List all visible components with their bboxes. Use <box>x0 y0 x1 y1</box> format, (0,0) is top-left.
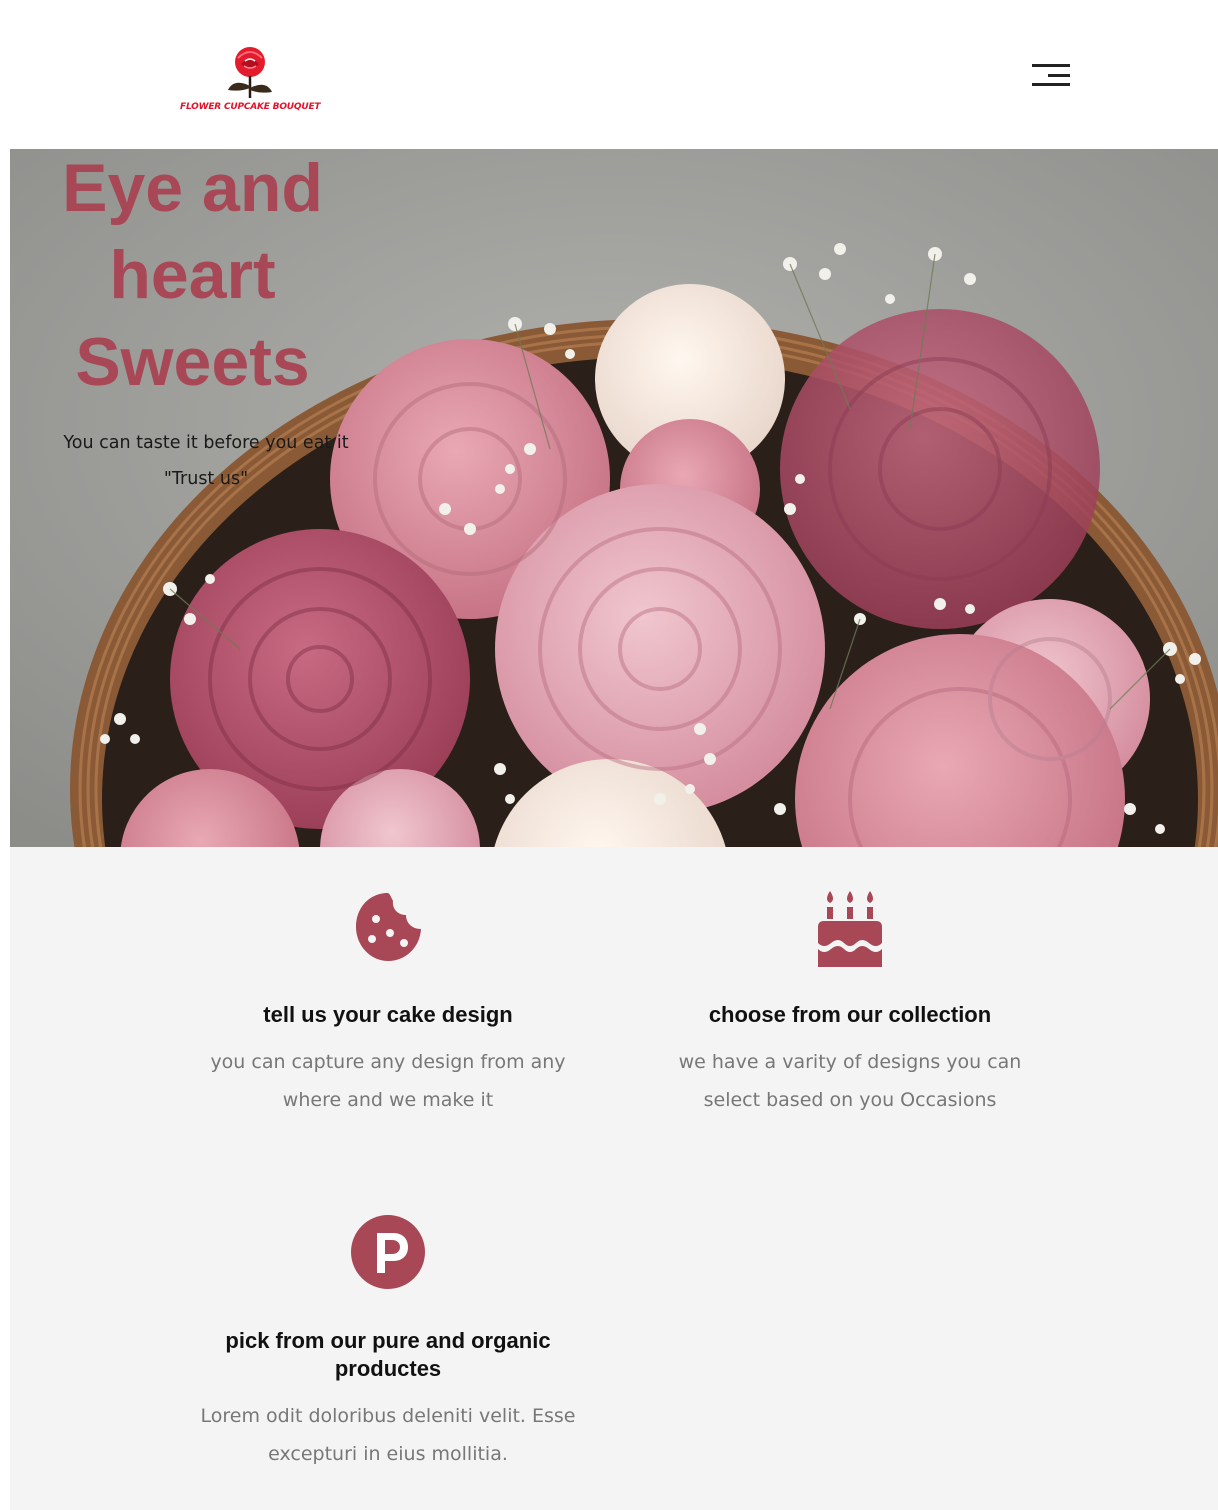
feature-title: tell us your cake design <box>263 1002 513 1027</box>
feature-title: choose from our collection <box>708 1002 992 1027</box>
logo[interactable]: FLOWER CUPCAKE BOUQUET <box>180 44 321 120</box>
parking-p-icon <box>351 1215 425 1289</box>
menu-button[interactable] <box>1026 58 1076 94</box>
hero-section: Eye and heart Sweets You can taste it be… <box>10 149 1218 847</box>
hero-title: Eye and heart Sweets <box>62 150 323 400</box>
hero-subtitle: You can taste it before you eat it "Trus… <box>36 425 376 497</box>
cookie-icon <box>356 893 421 961</box>
feature-card-organic: pick from our pure and organic productes… <box>188 1215 588 1473</box>
feature-text: Lorem odit doloribus deleniti velit. Ess… <box>200 1405 576 1465</box>
feature-card-design: tell us your cake design you can capture… <box>188 891 588 1119</box>
birthday-cake-icon <box>818 891 882 967</box>
rose-logo-icon <box>228 47 272 98</box>
feature-title: pick from our pure and organic productes <box>225 1328 551 1381</box>
hero-subtitle-line-1: You can taste it before you eat it <box>63 433 349 453</box>
feature-text: we have a varity of designs you can sele… <box>678 1051 1022 1111</box>
features-section: tell us your cake design you can capture… <box>10 847 1218 1510</box>
feature-card-collection: choose from our collection we have a var… <box>650 891 1050 1119</box>
hero-subtitle-line-2: "Trust us" <box>163 469 249 489</box>
site-header: FLOWER CUPCAKE BOUQUET <box>0 0 1218 149</box>
feature-text: you can capture any design from any wher… <box>210 1051 566 1111</box>
logo-text: FLOWER CUPCAKE BOUQUET <box>180 102 321 112</box>
